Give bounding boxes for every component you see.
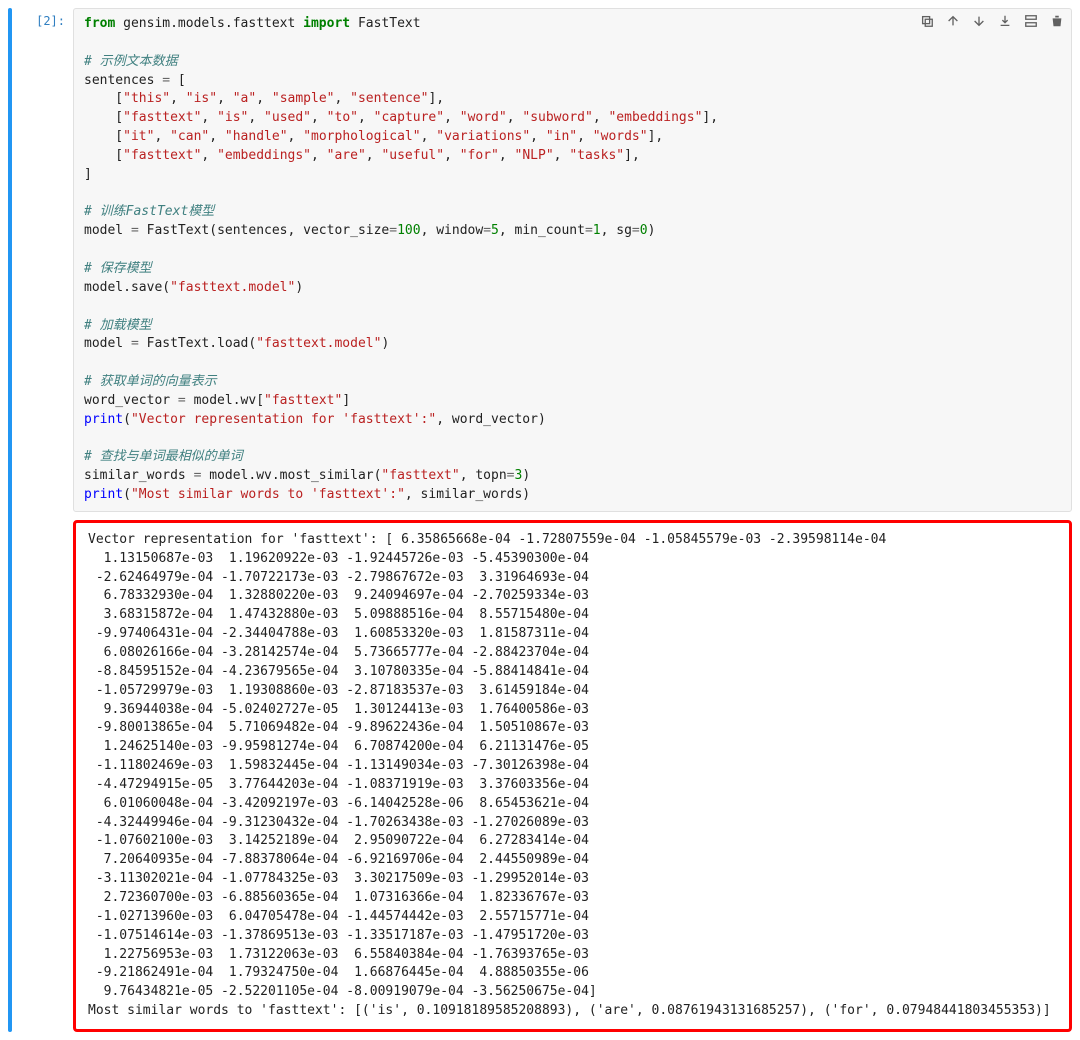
notebook-cell: [2]:	[8, 8, 1072, 1032]
duplicate-icon[interactable]	[919, 13, 935, 29]
output-row: Vector representation for 'fasttext': [ …	[18, 520, 1072, 1032]
cell-run-indicator	[8, 8, 12, 1032]
code-content[interactable]: from gensim.models.fasttext import FastT…	[84, 15, 1061, 505]
output-area: Vector representation for 'fasttext': [ …	[73, 520, 1072, 1032]
delete-icon[interactable]	[1049, 13, 1065, 29]
arrow-up-icon[interactable]	[945, 13, 961, 29]
execution-prompt: [2]:	[18, 8, 73, 28]
download-icon[interactable]	[997, 13, 1013, 29]
arrow-down-icon[interactable]	[971, 13, 987, 29]
code-editor[interactable]: from gensim.models.fasttext import FastT…	[73, 8, 1072, 512]
output-text: Vector representation for 'fasttext': [ …	[88, 531, 1057, 1021]
cell-toolbar	[919, 13, 1065, 29]
output-prompt	[18, 520, 73, 1032]
code-row: [2]:	[18, 8, 1072, 512]
insert-below-icon[interactable]	[1023, 13, 1039, 29]
